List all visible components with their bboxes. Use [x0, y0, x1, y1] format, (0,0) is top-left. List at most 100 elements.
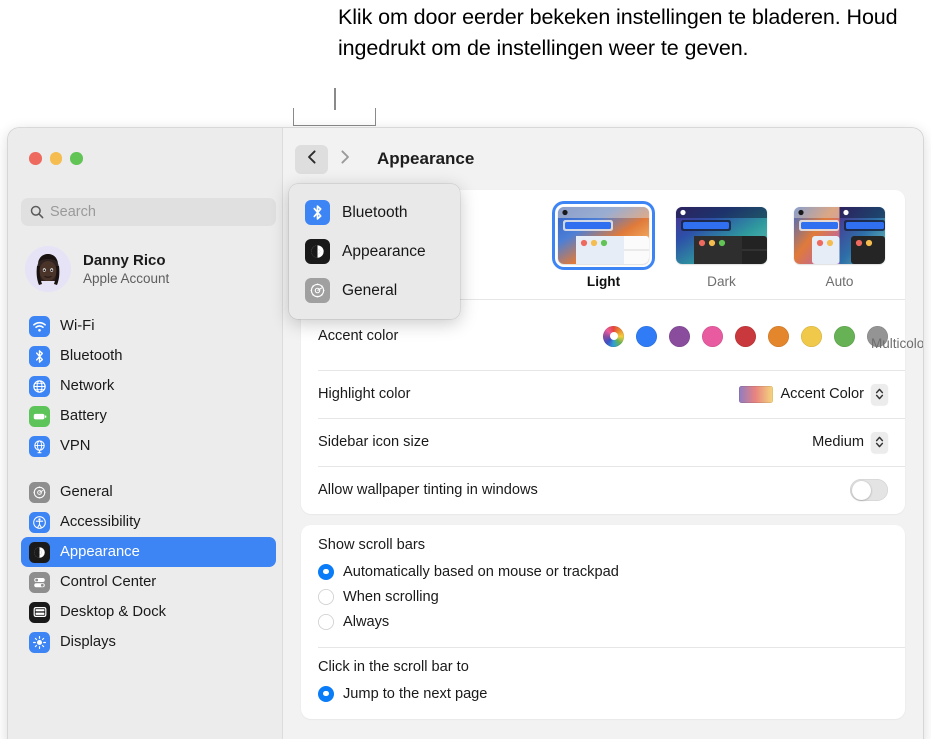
sidebar-group-system: General Accessibility Appearance Control…	[21, 477, 276, 657]
bluetooth-icon	[29, 345, 50, 367]
chevron-updown-icon[interactable]	[871, 431, 888, 453]
sidebar-item-bluetooth[interactable]: Bluetooth	[21, 341, 276, 371]
appearance-mode-dark[interactable]: Dark	[673, 204, 770, 289]
sidebar: Search Danny Rico Apple Account Wi-Fi Bl…	[8, 128, 283, 739]
highlight-color-control[interactable]: Accent Color	[739, 383, 888, 405]
sidebar-item-network[interactable]: Network	[21, 371, 276, 401]
account-row[interactable]: Danny Rico Apple Account	[25, 246, 169, 292]
show-scroll-bars-title: Show scroll bars	[318, 537, 426, 553]
accent-swatch-red[interactable]	[735, 325, 756, 347]
minimize-button[interactable]	[49, 152, 62, 165]
radio-always[interactable]: Always	[318, 609, 888, 634]
dark-thumbnail-frame	[673, 204, 770, 267]
sidebar-item-general[interactable]: General	[21, 477, 276, 507]
accent-swatch-green[interactable]	[834, 325, 855, 347]
history-item-general[interactable]: General	[289, 271, 460, 310]
mode-label: Light	[586, 274, 621, 289]
accent-color-label: Accent color	[318, 328, 399, 344]
callout-text: Klik om door eerder bekeken instellingen…	[338, 5, 898, 60]
sidebar-item-desktop-and-dock[interactable]: Desktop & Dock	[21, 597, 276, 627]
back-button[interactable]	[295, 144, 328, 174]
forward-button[interactable]	[328, 145, 361, 174]
sidebar-item-label: Accessibility	[60, 514, 141, 530]
radio-label: When scrolling	[343, 588, 439, 605]
accent-swatch-pink[interactable]	[702, 325, 723, 347]
sidebar-icon-size-value: Medium	[812, 434, 864, 450]
accent-swatch-blue[interactable]	[636, 325, 657, 347]
wifi-icon	[29, 315, 50, 337]
sidebar-icon-size-control[interactable]: Medium	[812, 431, 888, 453]
sidebar-item-label: VPN	[60, 438, 91, 454]
highlight-color-value: Accent Color	[780, 386, 864, 402]
history-dropdown-menu[interactable]: Bluetooth Appearance General	[289, 184, 460, 319]
accessibility-icon	[29, 511, 50, 533]
radio-label: Automatically based on mouse or trackpad	[343, 563, 619, 580]
click-scroll-bar-title: Click in the scroll bar to	[318, 659, 469, 675]
network-icon	[29, 375, 50, 397]
account-subtitle: Apple Account	[83, 270, 170, 286]
vpn-icon	[29, 435, 50, 457]
sidebar-item-appearance[interactable]: Appearance	[21, 537, 276, 567]
history-item-label: General	[342, 281, 398, 299]
sidebar-item-control-center[interactable]: Control Center	[21, 567, 276, 597]
history-item-bluetooth[interactable]: Bluetooth	[289, 193, 460, 232]
sidebar-nav: Wi-Fi Bluetooth Network Battery VPN Gene…	[21, 311, 276, 673]
appearance-modes: Light Dark Auto	[555, 204, 888, 289]
avatar	[25, 246, 71, 292]
wallpaper-tinting-label: Allow wallpaper tinting in windows	[318, 482, 538, 498]
auto-thumbnail	[794, 207, 885, 264]
chevron-updown-icon[interactable]	[871, 383, 888, 405]
show-scroll-bars-section: Show scroll bars Automatically based on …	[301, 525, 905, 647]
search-input[interactable]: Search	[21, 198, 276, 226]
appearance-mode-auto[interactable]: Auto	[791, 204, 888, 289]
radio-button[interactable]	[318, 685, 334, 702]
sidebar-item-label: Bluetooth	[60, 348, 123, 364]
accent-swatch-purple[interactable]	[669, 325, 690, 347]
page-title: Appearance	[377, 149, 475, 168]
displays-icon	[29, 631, 50, 653]
close-button[interactable]	[29, 152, 42, 165]
sidebar-item-wi-fi[interactable]: Wi-Fi	[21, 311, 276, 341]
dark-thumbnail	[676, 207, 767, 264]
chevron-left-icon	[306, 149, 318, 170]
multicolor-center-dot	[609, 332, 618, 340]
highlight-gradient-chip	[739, 385, 774, 403]
appearance-icon	[29, 541, 50, 563]
accent-swatch-yellow[interactable]	[801, 325, 822, 347]
wallpaper-tinting-toggle[interactable]	[850, 479, 888, 501]
radio-automatic[interactable]: Automatically based on mouse or trackpad	[318, 559, 888, 584]
sidebar-item-label: Desktop & Dock	[60, 604, 167, 620]
accent-swatch-orange[interactable]	[768, 325, 789, 347]
accent-swatch-multicolor[interactable]	[603, 325, 624, 347]
account-name: Danny Rico	[83, 251, 166, 269]
wallpaper-tinting-row: Allow wallpaper tinting in windows	[301, 466, 905, 514]
sidebar-icon-size-label: Sidebar icon size	[318, 434, 430, 450]
highlight-color-row: Highlight color Accent Color	[301, 370, 905, 418]
toggle-knob	[851, 480, 871, 500]
history-item-label: Bluetooth	[342, 203, 408, 221]
mode-label: Dark	[707, 274, 736, 289]
zoom-button[interactable]	[70, 152, 83, 165]
sidebar-item-accessibility[interactable]: Accessibility	[21, 507, 276, 537]
radio-jump-next-page[interactable]: Jump to the next page	[318, 681, 888, 706]
light-thumbnail	[558, 207, 649, 264]
sidebar-item-vpn[interactable]: VPN	[21, 431, 276, 461]
sidebar-item-label: Appearance	[60, 544, 140, 560]
sidebar-item-label: Wi-Fi	[60, 318, 95, 334]
sidebar-item-label: Control Center	[60, 574, 157, 590]
battery-icon	[29, 405, 50, 427]
bluetooth-icon	[305, 200, 330, 225]
radio-button[interactable]	[318, 613, 334, 630]
appearance-mode-light[interactable]: Light	[555, 204, 652, 289]
click-scroll-bar-section: Click in the scroll bar to Jump to the n…	[301, 647, 905, 719]
search-placeholder: Search	[50, 204, 96, 220]
sidebar-item-label: Network	[60, 378, 115, 394]
radio-button[interactable]	[318, 563, 334, 580]
light-thumbnail-frame	[555, 204, 652, 267]
sidebar-item-displays[interactable]: Displays	[21, 627, 276, 657]
sidebar-item-battery[interactable]: Battery	[21, 401, 276, 431]
radio-button[interactable]	[318, 588, 334, 605]
history-item-appearance[interactable]: Appearance	[289, 232, 460, 271]
radio-when-scrolling[interactable]: When scrolling	[318, 584, 888, 609]
gear-icon	[29, 481, 50, 503]
